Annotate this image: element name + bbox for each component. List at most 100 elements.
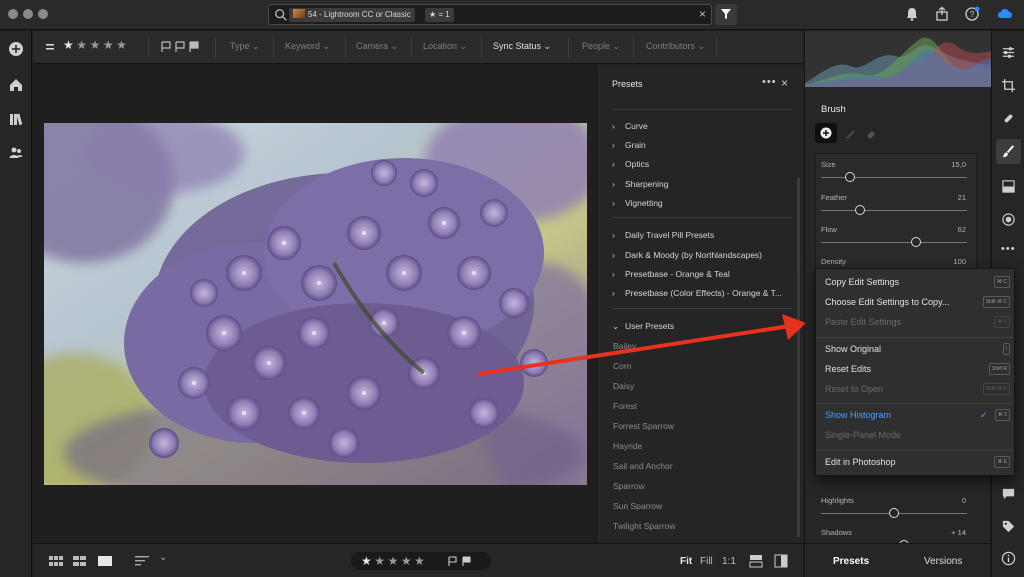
eraser-icon[interactable] bbox=[865, 128, 877, 140]
slider-track[interactable] bbox=[821, 177, 967, 178]
crop-icon[interactable] bbox=[1001, 78, 1016, 93]
edit-sliders-icon[interactable] bbox=[1001, 45, 1016, 60]
grid-large-icon[interactable] bbox=[73, 556, 86, 566]
photo-rating-star[interactable]: ★ bbox=[374, 554, 385, 568]
divider bbox=[568, 37, 569, 57]
more-options-icon[interactable]: ••• bbox=[762, 76, 777, 88]
slider-track[interactable] bbox=[821, 210, 967, 211]
healing-icon[interactable] bbox=[1001, 111, 1016, 126]
preset-group[interactable]: › Daily Travel Pill Presets bbox=[612, 230, 714, 240]
equals-filter-icon[interactable] bbox=[46, 43, 54, 51]
menu-item[interactable]: Show Histogram bbox=[825, 410, 891, 420]
comment-icon[interactable] bbox=[1001, 486, 1016, 501]
rating-filter-stars[interactable]: ★ ★ ★ ★ ★ bbox=[63, 38, 127, 52]
slider-thumb[interactable] bbox=[889, 508, 899, 518]
user-preset-item[interactable]: Sparrow bbox=[613, 481, 645, 491]
bell-icon[interactable] bbox=[904, 6, 920, 22]
sort-icon[interactable] bbox=[135, 556, 151, 566]
album-filter-chip[interactable]: 54 - Lightroom CC or Classic bbox=[289, 8, 415, 22]
linear-gradient-icon[interactable] bbox=[1001, 179, 1016, 194]
help-icon[interactable]: ? bbox=[964, 6, 980, 22]
add-photos-icon[interactable] bbox=[8, 41, 24, 57]
preset-group[interactable]: › Grain bbox=[612, 140, 646, 150]
brush-tool-icon[interactable] bbox=[1001, 144, 1016, 159]
sort-dropdown-chevron-icon[interactable]: ⌄ bbox=[159, 552, 167, 563]
preset-group[interactable]: › Curve bbox=[612, 121, 648, 131]
user-preset-item[interactable]: Sun Sparrow bbox=[613, 501, 662, 511]
rating-star[interactable]: ★ bbox=[63, 38, 74, 52]
info-icon[interactable] bbox=[1001, 551, 1016, 566]
preset-group[interactable]: › Sharpening bbox=[612, 179, 668, 189]
user-preset-item[interactable]: Sail and Anchor bbox=[613, 461, 673, 471]
user-preset-item[interactable]: Forest bbox=[613, 401, 637, 411]
rating-star[interactable]: ★ bbox=[76, 38, 87, 52]
slider-thumb[interactable] bbox=[910, 237, 921, 247]
home-icon[interactable] bbox=[8, 77, 24, 93]
rating-star[interactable]: ★ bbox=[90, 38, 101, 52]
filter-button[interactable] bbox=[715, 4, 737, 25]
preset-group[interactable]: › Dark & Moody (by Northlandscapes) bbox=[612, 250, 762, 260]
library-icon[interactable] bbox=[8, 111, 24, 127]
photo-rating-star[interactable]: ★ bbox=[361, 554, 372, 568]
location-filter-dropdown[interactable]: Location ⌄ bbox=[423, 41, 467, 52]
tag-icon[interactable] bbox=[1001, 519, 1016, 534]
type-filter-dropdown[interactable]: Type ⌄ bbox=[230, 41, 260, 52]
detail-view-icon[interactable] bbox=[98, 556, 112, 566]
add-brush-button[interactable] bbox=[815, 123, 837, 143]
more-tools-icon[interactable]: ••• bbox=[1001, 243, 1016, 255]
search-bar[interactable]: 54 - Lightroom CC or Classic ★ = 1 × bbox=[268, 4, 712, 25]
grid-small-icon[interactable] bbox=[49, 556, 63, 566]
brush-icon[interactable] bbox=[845, 128, 857, 140]
preset-group[interactable]: › Vignetting bbox=[612, 198, 663, 208]
flag-filter-icons[interactable] bbox=[161, 41, 201, 53]
rating-star[interactable]: ★ bbox=[116, 38, 127, 52]
photo-rating-star[interactable]: ★ bbox=[388, 554, 399, 568]
menu-shortcut: ⌘ C bbox=[994, 276, 1010, 288]
presets-scrollbar[interactable] bbox=[797, 177, 800, 537]
menu-item[interactable]: Reset Edits bbox=[825, 364, 871, 374]
user-preset-item[interactable]: Twilight Sparrow bbox=[613, 521, 675, 531]
people-filter-dropdown[interactable]: People ⌄ bbox=[582, 41, 620, 52]
flag-icons[interactable] bbox=[448, 556, 476, 567]
user-preset-item[interactable]: Bailey bbox=[613, 341, 636, 351]
user-preset-item[interactable]: Corn bbox=[613, 361, 631, 371]
keyword-filter-dropdown[interactable]: Keyword ⌄ bbox=[285, 41, 330, 52]
compare-icon[interactable] bbox=[749, 554, 763, 568]
menu-item[interactable]: Copy Edit Settings bbox=[825, 277, 899, 287]
menu-item[interactable]: Edit in Photoshop bbox=[825, 457, 896, 467]
photo-rating-flag-bar[interactable]: ★ ★ ★ ★ ★ bbox=[351, 552, 491, 570]
close-window-button[interactable] bbox=[8, 9, 18, 19]
photo-lilac[interactable] bbox=[44, 123, 587, 485]
tab-presets[interactable]: Presets bbox=[833, 556, 869, 567]
photo-rating-star[interactable]: ★ bbox=[401, 554, 412, 568]
people-icon[interactable] bbox=[8, 145, 24, 161]
rating-filter-chip[interactable]: ★ = 1 bbox=[425, 8, 454, 22]
menu-item[interactable]: Show Original bbox=[825, 344, 881, 354]
photo-rating-star[interactable]: ★ bbox=[414, 554, 425, 568]
sync-status-filter-dropdown[interactable]: Sync Status ⌄ bbox=[493, 41, 551, 52]
user-preset-item[interactable]: Hayride bbox=[613, 441, 642, 451]
preset-group[interactable]: › Presetbase (Color Effects) - Orange & T… bbox=[612, 288, 782, 298]
user-presets-group[interactable]: ⌄ User Presets bbox=[612, 321, 674, 332]
zoom-fit-button[interactable]: Fit bbox=[680, 556, 692, 567]
close-panel-icon[interactable]: × bbox=[781, 76, 788, 90]
creative-cloud-icon[interactable] bbox=[995, 6, 1017, 22]
user-preset-item[interactable]: Forrest Sparrow bbox=[613, 421, 674, 431]
camera-filter-dropdown[interactable]: Camera ⌄ bbox=[356, 41, 398, 52]
before-after-icon[interactable] bbox=[774, 554, 788, 568]
menu-item[interactable]: Choose Edit Settings to Copy... bbox=[825, 297, 949, 307]
tab-versions[interactable]: Versions bbox=[924, 556, 962, 567]
rating-star[interactable]: ★ bbox=[103, 38, 114, 52]
zoom-fill-button[interactable]: Fill bbox=[700, 556, 713, 567]
minimize-window-button[interactable] bbox=[23, 9, 33, 19]
preset-group[interactable]: › Presetbase - Orange & Teal bbox=[612, 269, 730, 279]
slider-track[interactable] bbox=[821, 242, 967, 243]
user-preset-item[interactable]: Daisy bbox=[613, 381, 634, 391]
preset-group[interactable]: › Optics bbox=[612, 159, 649, 169]
zoom-window-button[interactable] bbox=[38, 9, 48, 19]
contributors-filter-dropdown[interactable]: Contributors ⌄ bbox=[646, 41, 705, 52]
clear-search-icon[interactable]: × bbox=[699, 7, 706, 21]
share-icon[interactable] bbox=[934, 6, 950, 22]
zoom-1to1-button[interactable]: 1:1 bbox=[722, 556, 736, 567]
radial-gradient-icon[interactable] bbox=[1001, 212, 1016, 227]
